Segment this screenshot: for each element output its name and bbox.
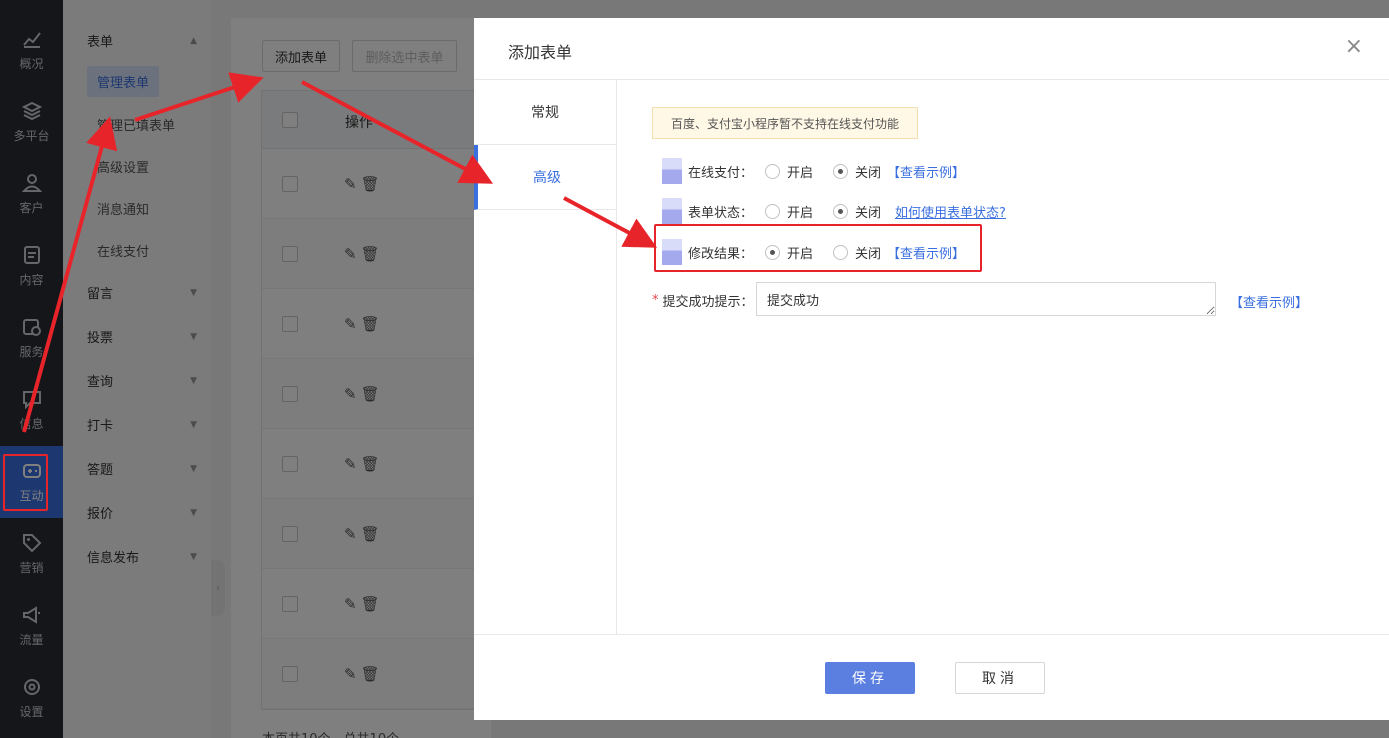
radio-label[interactable]: 关闭 — [855, 162, 881, 181]
close-icon[interactable]: × — [1345, 34, 1363, 59]
submit-tip-input[interactable]: 提交成功 — [756, 282, 1216, 316]
online-pay-on-radio[interactable] — [765, 163, 781, 179]
save-button[interactable]: 保存 — [825, 662, 915, 694]
dialog-footer: 保存 取消 — [474, 634, 1389, 720]
notice-banner: 百度、支付宝小程序暂不支持在线支付功能 — [652, 107, 918, 139]
annotation-box-edit-result — [654, 224, 982, 272]
field-marker — [662, 158, 682, 184]
required-mark: * — [652, 293, 659, 308]
tab-advanced[interactable]: 高级 — [474, 145, 616, 210]
dialog-tabs: 常规 高级 — [474, 80, 617, 634]
dialog-header: 添加表单 × — [474, 18, 1389, 80]
radio-label[interactable]: 开启 — [787, 202, 813, 221]
dialog-title: 添加表单 — [508, 43, 573, 62]
online-pay-label: 在线支付： — [688, 165, 754, 181]
online-pay-off-radio[interactable] — [833, 163, 849, 179]
form-status-help-link[interactable]: 如何使用表单状态? — [895, 202, 1006, 221]
dialog-body: 百度、支付宝小程序暂不支持在线支付功能 在线支付： 开启 关闭 【查看示例】 表… — [618, 80, 1389, 634]
annotation-box-nav — [3, 454, 48, 511]
online-pay-example-link[interactable]: 【查看示例】 — [887, 162, 965, 181]
tab-general[interactable]: 常规 — [474, 80, 616, 145]
field-marker — [662, 198, 682, 224]
submit-tip-label: 提交成功提示： — [662, 295, 754, 310]
radio-label[interactable]: 关闭 — [855, 202, 881, 221]
submit-tip-row: * 提交成功提示： — [652, 291, 754, 310]
online-pay-row: 在线支付： 开启 关闭 【查看示例】 — [662, 158, 965, 184]
add-form-dialog: 添加表单 × 常规 高级 百度、支付宝小程序暂不支持在线支付功能 在线支付： 开… — [474, 18, 1389, 720]
submit-tip-example-link[interactable]: 【查看示例】 — [1230, 292, 1308, 311]
form-status-off-radio[interactable] — [833, 203, 849, 219]
form-status-row: 表单状态： 开启 关闭 如何使用表单状态? — [662, 198, 1006, 224]
radio-label[interactable]: 开启 — [787, 162, 813, 181]
cancel-button[interactable]: 取消 — [955, 662, 1045, 694]
form-status-on-radio[interactable] — [765, 203, 781, 219]
form-status-label: 表单状态： — [688, 205, 754, 221]
